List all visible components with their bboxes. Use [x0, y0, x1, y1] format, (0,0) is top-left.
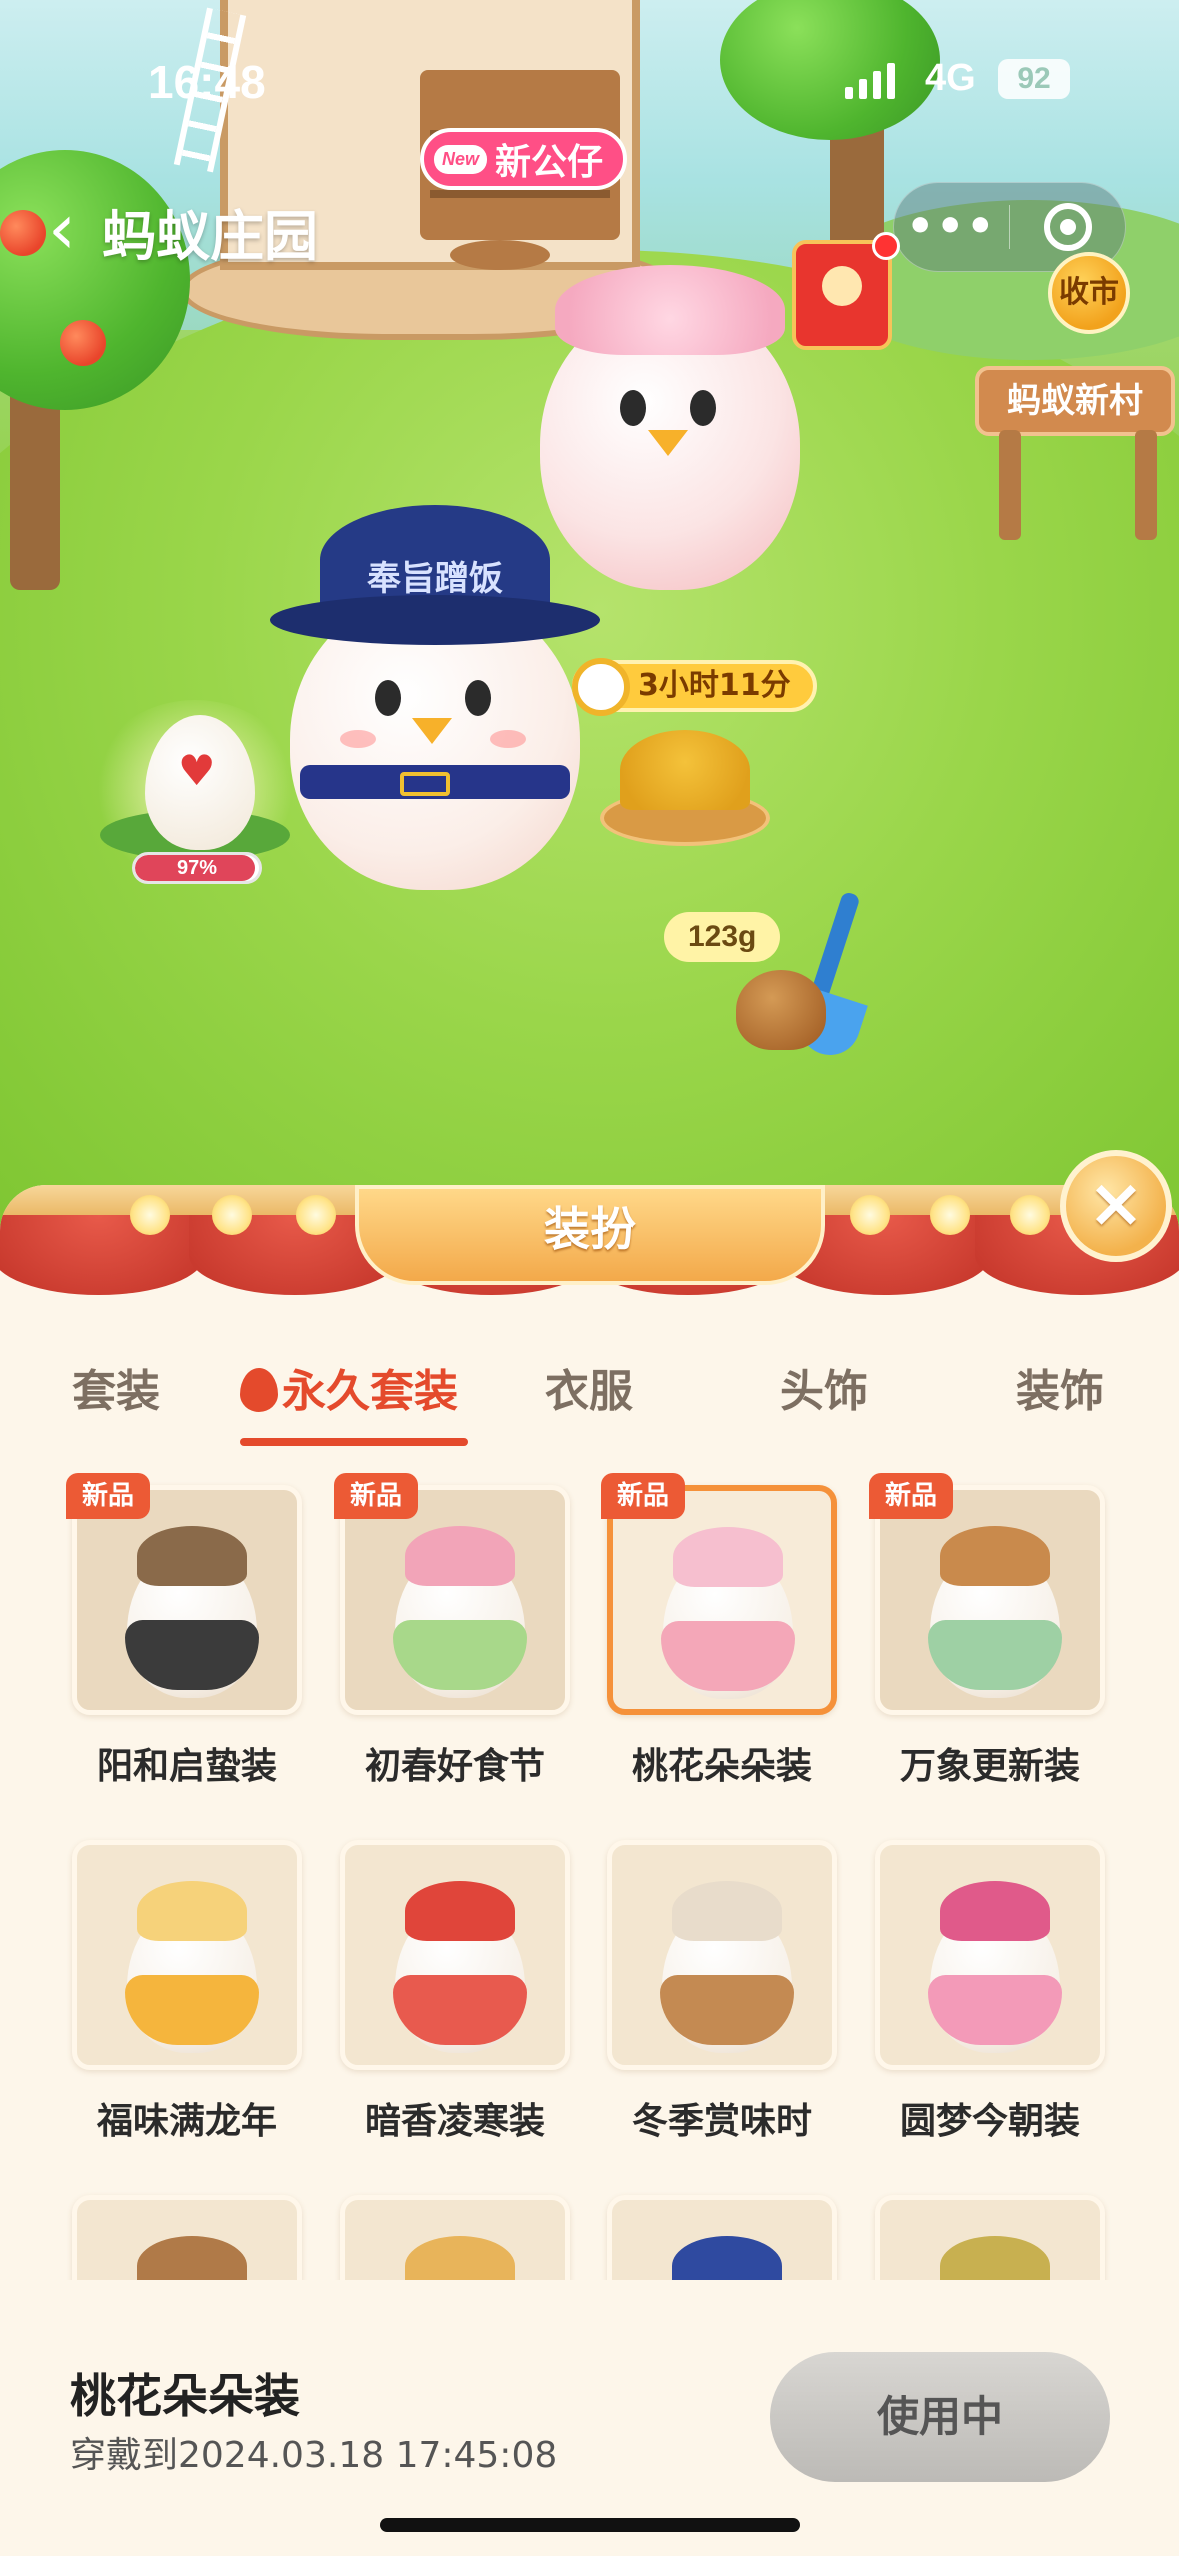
more-dots-icon[interactable]: ••• [894, 197, 1009, 257]
flower-hat-icon [555, 265, 785, 355]
outfit-thumbnail [72, 1485, 302, 1715]
outfit-thumbnail [72, 1840, 302, 2070]
wear-until-text: 穿戴到2024.03.18 17:45:08 [70, 2435, 558, 2476]
feeding-timer-text: 3小时11分 [638, 668, 791, 703]
manure-icon[interactable] [736, 970, 826, 1050]
tab-suits[interactable]: 套装 [72, 1355, 160, 1445]
clock: 16:48 [148, 56, 266, 108]
outfit-item[interactable]: 暗香凌寒装 [340, 1840, 570, 2170]
village-sign: 蚂蚁新村 [975, 366, 1175, 436]
outfit-item[interactable]: 福味满龙年 [72, 1840, 302, 2170]
pirate-hat-icon: 奉旨蹭饭 [270, 505, 600, 645]
page-title: 蚂蚁庄园 [102, 205, 318, 268]
outfit-item[interactable]: 新品 阳和启蛰装 [66, 1473, 302, 1815]
outfit-thumbnail [340, 1485, 570, 1715]
charity-egg[interactable]: ♥ 97% [90, 700, 300, 900]
stopwatch-icon [572, 658, 630, 716]
outfit-item[interactable]: 冬季赏味时 [607, 1840, 837, 2170]
target-circle-icon[interactable] [1010, 203, 1125, 251]
outfit-thumbnail [607, 1840, 837, 2070]
tab-clothes[interactable]: 衣服 [545, 1355, 633, 1445]
active-tab-indicator [240, 1438, 468, 1446]
chevron-left-icon[interactable]: ‹ [48, 194, 104, 264]
category-tabs: 套装 永久套装 衣服 头饰 装饰 [0, 1355, 1179, 1446]
pirate-hat-text: 奉旨蹭饭 [367, 559, 503, 599]
outfit-thumbnail [875, 1840, 1105, 2070]
new-badge: 新品 [601, 1473, 686, 1519]
battery-icon: 92 [998, 59, 1070, 99]
egg-progress-bar: 97% [132, 852, 262, 884]
selection-bar: 桃花朵朵装 穿戴到2024.03.18 17:45:08 使用中 [0, 2280, 1179, 2556]
notification-dot [872, 232, 900, 260]
status-bar: 16:48 4G 92 [0, 55, 1179, 115]
outfit-name: 初春好食节 [364, 1746, 545, 1787]
outfit-item[interactable]: 新品 桃花朵朵装 [601, 1473, 837, 1815]
farm-scene: New 新公仔 16:48 4G 92 ‹ 蚂蚁庄园 ••• 收市 蚂蚁新村 奉… [0, 0, 1179, 1300]
panel-title: 装扮 [355, 1185, 825, 1285]
network-type: 4G [925, 57, 976, 99]
outfit-grid: 新品 阳和启蛰装 新品 初春好食节 新品 桃花朵朵装 新品 万象更新装 福味满龙… [0, 1473, 1179, 2425]
drop-icon [240, 1368, 278, 1412]
new-badge: 新品 [869, 1473, 954, 1519]
outfit-name: 阳和启蛰装 [96, 1746, 277, 1787]
in-use-button[interactable]: 使用中 [770, 2352, 1110, 2482]
food-bowl[interactable] [600, 730, 770, 850]
tab-decorations[interactable]: 装饰 [1016, 1355, 1104, 1445]
nav-bar: ‹ 蚂蚁庄园 ••• [0, 180, 1179, 280]
outfit-thumbnail-selected [607, 1485, 837, 1715]
outfit-item[interactable]: 圆梦今朝装 [875, 1840, 1105, 2170]
belt-buckle [400, 772, 450, 796]
apple-icon [60, 320, 106, 366]
selected-outfit-name: 桃花朵朵装 [70, 2369, 300, 2423]
bulb-icon [1010, 1195, 1050, 1235]
outfit-name: 福味满龙年 [96, 2101, 277, 2142]
outfit-name: 桃花朵朵装 [631, 1746, 812, 1787]
outfit-thumbnail [340, 1840, 570, 2070]
new-badge: 新品 [334, 1473, 419, 1519]
tab-headwear[interactable]: 头饰 [780, 1355, 868, 1445]
outfit-name: 万象更新装 [899, 1746, 1080, 1787]
outfit-name: 暗香凌寒装 [364, 2101, 545, 2142]
bulb-icon [212, 1195, 252, 1235]
bulb-icon [130, 1195, 170, 1235]
new-badge: 新品 [66, 1473, 151, 1519]
new-character-label: 新公仔 [495, 142, 604, 183]
close-panel-button[interactable]: × [1060, 1150, 1172, 1262]
outfit-thumbnail [875, 1485, 1105, 1715]
bulb-icon [930, 1195, 970, 1235]
ant-village-entrance[interactable]: 蚂蚁新村 [975, 350, 1179, 550]
tab-permanent-suits[interactable]: 永久套装 [240, 1355, 458, 1445]
market-button[interactable]: 收市 [1048, 252, 1130, 334]
bulb-icon [850, 1195, 890, 1235]
new-tag: New [434, 144, 488, 174]
outfit-item[interactable]: 新品 初春好食节 [334, 1473, 570, 1815]
bulb-icon [296, 1195, 336, 1235]
signal-icon [845, 63, 895, 99]
home-indicator[interactable] [380, 2518, 800, 2532]
heart-icon: ♥ [178, 746, 216, 795]
outfit-item[interactable]: 新品 万象更新装 [869, 1473, 1105, 1815]
manure-weight-bubble: 123g [664, 912, 781, 962]
outfit-name: 圆梦今朝装 [899, 2101, 1080, 2142]
feeding-timer: 3小时11分 [572, 658, 817, 716]
outfit-name: 冬季赏味时 [631, 2101, 812, 2142]
egg-progress-text: 97% [176, 857, 218, 879]
